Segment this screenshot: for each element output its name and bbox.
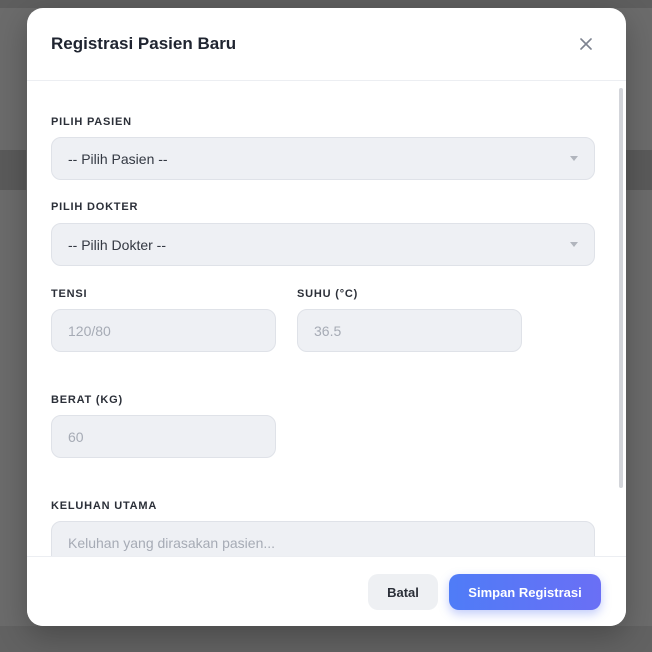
complaint-textarea[interactable]: Keluhan yang dirasakan pasien... <box>51 521 595 556</box>
doctor-select-value: -- Pilih Dokter -- <box>68 236 167 253</box>
chevron-down-icon <box>570 242 578 247</box>
doctor-label: PILIH DOKTER <box>51 201 139 213</box>
patient-label: PILIH PASIEN <box>51 116 132 128</box>
chevron-down-icon <box>570 156 578 161</box>
blood-pressure-placeholder: 120/80 <box>68 322 111 339</box>
modal-header: Registrasi Pasien Baru <box>27 8 626 81</box>
weight-label: BERAT (KG) <box>51 394 123 406</box>
cancel-button[interactable]: Batal <box>368 574 438 610</box>
close-icon <box>580 38 592 50</box>
modal-body: PILIH PASIEN -- Pilih Pasien -- PILIH DO… <box>27 82 626 556</box>
background-page-top <box>0 0 652 8</box>
registration-modal: Registrasi Pasien Baru PILIH PASIEN -- P… <box>27 8 626 626</box>
weight-placeholder: 60 <box>68 428 84 445</box>
background-page-band-left <box>0 150 26 190</box>
blood-pressure-input[interactable]: 120/80 <box>51 309 276 352</box>
weight-input[interactable]: 60 <box>51 415 276 458</box>
patient-select-value: -- Pilih Pasien -- <box>68 150 168 167</box>
complaint-placeholder: Keluhan yang dirasakan pasien... <box>68 535 276 551</box>
modal-footer: Batal Simpan Registrasi <box>27 556 626 626</box>
save-registration-button[interactable]: Simpan Registrasi <box>449 574 601 610</box>
temperature-label: SUHU (°C) <box>297 288 359 300</box>
close-button[interactable] <box>576 34 596 54</box>
scrollbar[interactable] <box>619 88 623 548</box>
patient-select[interactable]: -- Pilih Pasien -- <box>51 137 595 180</box>
temperature-input[interactable]: 36.5 <box>297 309 522 352</box>
blood-pressure-label: TENSI <box>51 288 88 300</box>
temperature-placeholder: 36.5 <box>314 322 342 339</box>
modal-title: Registrasi Pasien Baru <box>51 34 237 53</box>
complaint-label: KELUHAN UTAMA <box>51 500 158 512</box>
doctor-select[interactable]: -- Pilih Dokter -- <box>51 223 595 266</box>
background-page-band-right <box>626 150 652 190</box>
background-page-bottom <box>0 626 652 652</box>
scrollbar-thumb[interactable] <box>619 88 623 488</box>
